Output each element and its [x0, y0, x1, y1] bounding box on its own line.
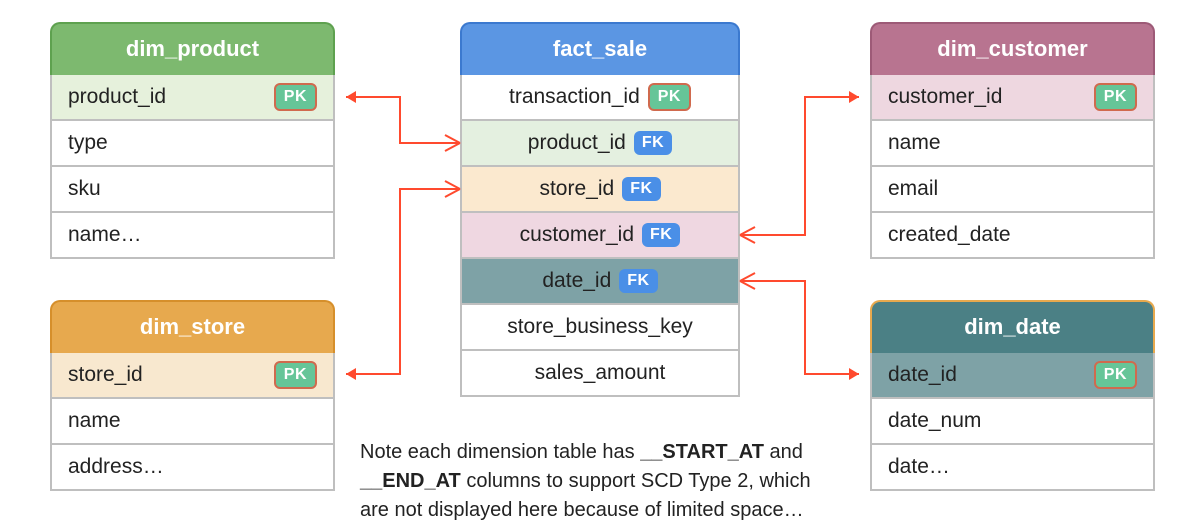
table-header: fact_sale [460, 22, 740, 75]
column-name: address… [68, 455, 317, 479]
fk-badge: FK [619, 269, 657, 293]
table-dim-date: dim_date date_id PK date_num date… [870, 300, 1155, 491]
column-name: created_date [888, 223, 1137, 247]
table-row: name… [50, 213, 335, 259]
table-row: customer_id PK [870, 75, 1155, 121]
pk-badge: PK [274, 83, 317, 111]
column-name: name [68, 409, 317, 433]
column-name: store_business_key [507, 315, 693, 339]
column-name: customer_id [888, 85, 1086, 109]
table-row: address… [50, 445, 335, 491]
column-name: type [68, 131, 317, 155]
column-name: store_id [539, 177, 614, 201]
pk-badge: PK [1094, 361, 1137, 389]
table-row: date_id PK [870, 353, 1155, 399]
column-name: date_id [542, 269, 611, 293]
column-name: sales_amount [535, 361, 666, 385]
table-row: product_id PK [50, 75, 335, 121]
column-name: name [888, 131, 1137, 155]
table-row: email [870, 167, 1155, 213]
column-name: customer_id [520, 223, 634, 247]
table-row: store_id FK [460, 167, 740, 213]
table-row: store_business_key [460, 305, 740, 351]
fk-badge: FK [622, 177, 660, 201]
table-row: store_id PK [50, 353, 335, 399]
column-name: sku [68, 177, 317, 201]
table-row: created_date [870, 213, 1155, 259]
table-row: sales_amount [460, 351, 740, 397]
table-row: date_num [870, 399, 1155, 445]
table-header: dim_store [50, 300, 335, 353]
pk-badge: PK [648, 83, 691, 111]
column-name: email [888, 177, 1137, 201]
table-row: transaction_id PK [460, 75, 740, 121]
column-name: name… [68, 223, 317, 247]
column-name: store_id [68, 363, 266, 387]
footnote-text: Note each dimension table has [360, 441, 640, 463]
pk-badge: PK [1094, 83, 1137, 111]
fk-badge: FK [642, 223, 680, 247]
column-name: date_num [888, 409, 1137, 433]
footnote-bold: __START_AT [640, 441, 764, 463]
table-row: product_id FK [460, 121, 740, 167]
diagram-footnote: Note each dimension table has __START_AT… [360, 438, 845, 525]
table-dim-customer: dim_customer customer_id PK name email c… [870, 22, 1155, 259]
fk-badge: FK [634, 131, 672, 155]
table-row: date_id FK [460, 259, 740, 305]
column-name: transaction_id [509, 85, 640, 109]
table-dim-product: dim_product product_id PK type sku name… [50, 22, 335, 259]
table-fact-sale: fact_sale transaction_id PK product_id F… [460, 22, 740, 397]
table-header: dim_customer [870, 22, 1155, 75]
table-row: date… [870, 445, 1155, 491]
table-row: sku [50, 167, 335, 213]
column-name: date… [888, 455, 1137, 479]
column-name: date_id [888, 363, 1086, 387]
table-row: customer_id FK [460, 213, 740, 259]
footnote-bold: __END_AT [360, 470, 461, 492]
table-header: dim_date [870, 300, 1155, 353]
table-row: name [870, 121, 1155, 167]
pk-badge: PK [274, 361, 317, 389]
footnote-text: and [764, 441, 803, 463]
table-row: type [50, 121, 335, 167]
column-name: product_id [68, 85, 266, 109]
table-header: dim_product [50, 22, 335, 75]
column-name: product_id [528, 131, 626, 155]
table-dim-store: dim_store store_id PK name address… [50, 300, 335, 491]
table-row: name [50, 399, 335, 445]
